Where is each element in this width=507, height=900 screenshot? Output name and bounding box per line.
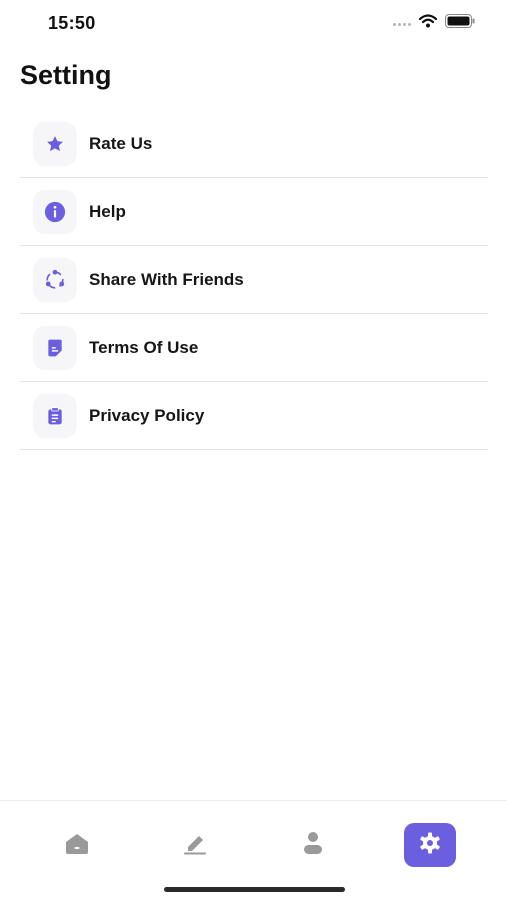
settings-list: Rate Us Help Share With Friends Terms Of…	[20, 110, 488, 450]
settings-item-label: Privacy Policy	[89, 405, 205, 425]
user-icon	[302, 831, 324, 860]
settings-item-label: Help	[89, 201, 126, 221]
wifi-icon	[419, 14, 437, 28]
page-title: Setting	[20, 60, 112, 90]
signal-icon	[393, 22, 411, 26]
info-icon	[33, 189, 77, 234]
share-icon	[33, 257, 77, 302]
tab-profile[interactable]	[287, 823, 339, 867]
tab-settings[interactable]	[404, 823, 456, 867]
edit-icon	[182, 831, 208, 860]
settings-item-help[interactable]: Help	[20, 178, 488, 246]
settings-item-label: Rate Us	[89, 133, 153, 153]
star-icon	[33, 121, 77, 166]
tab-bar	[0, 800, 507, 900]
tab-home[interactable]	[51, 823, 103, 867]
settings-item-share[interactable]: Share With Friends	[20, 246, 488, 314]
tab-edit[interactable]	[169, 823, 221, 867]
settings-item-label: Terms Of Use	[89, 337, 199, 357]
status-indicators	[393, 14, 475, 28]
gear-icon	[418, 831, 442, 860]
status-time: 15:50	[48, 13, 96, 33]
home-indicator	[164, 887, 345, 892]
settings-item-rate-us[interactable]: Rate Us	[20, 110, 488, 178]
settings-item-privacy[interactable]: Privacy Policy	[20, 382, 488, 450]
settings-item-label: Share With Friends	[89, 269, 244, 289]
settings-item-terms[interactable]: Terms Of Use	[20, 314, 488, 382]
battery-icon	[445, 14, 475, 28]
document-icon	[33, 325, 77, 370]
clipboard-icon	[33, 393, 77, 438]
home-icon	[64, 831, 90, 860]
status-bar: 15:50	[0, 0, 507, 48]
